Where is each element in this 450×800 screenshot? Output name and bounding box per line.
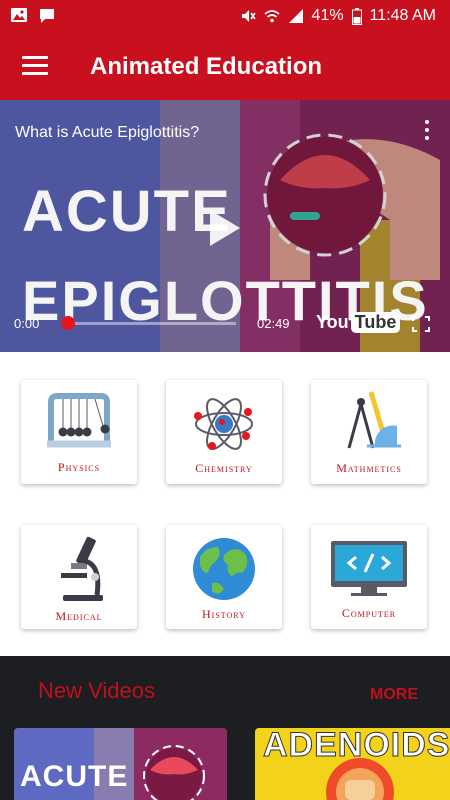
app-title: Animated Education: [90, 53, 323, 80]
category-label-medical: Medical: [55, 609, 103, 623]
fullscreen-icon[interactable]: [412, 316, 430, 332]
mute-icon: [241, 10, 256, 22]
status-bar: 41% 11:48 AM: [0, 0, 450, 34]
microscope-icon: [61, 536, 103, 601]
video-thumbnail[interactable]: ADENOIDS: [255, 728, 450, 800]
category-label-chemistry: Chemistry: [195, 461, 253, 475]
seek-thumb[interactable]: [61, 316, 75, 330]
signal-icon: [288, 9, 303, 23]
epiglottis-thumbnail-art: [143, 745, 205, 800]
thumbnail-text: ACUTE: [20, 760, 129, 793]
duration: 02:49: [257, 316, 290, 331]
clock: 11:48 AM: [369, 7, 436, 24]
video-overlay-line1: ACUTE: [22, 179, 232, 244]
category-grid: Physics Chemistry Mathmetics Medical His…: [0, 352, 450, 656]
category-label-physics: Physics: [57, 460, 101, 474]
category-card-medical[interactable]: Medical: [21, 525, 137, 629]
compass-ruler-icon: [347, 391, 401, 449]
category-card-computer[interactable]: Computer: [311, 525, 427, 629]
more-button[interactable]: MORE: [370, 686, 418, 704]
chat-icon: [40, 9, 54, 23]
adenoids-thumbnail-art: [326, 758, 394, 800]
video-player[interactable]: ACUTE EPIGLOTTITIS What is Acute Epiglot…: [0, 100, 450, 352]
newtons-cradle-icon: [47, 393, 111, 448]
category-card-history[interactable]: History: [166, 525, 282, 629]
play-icon[interactable]: [210, 210, 240, 246]
battery-icon: [351, 7, 362, 25]
new-videos-section: New Videos MORE ACUTE ADENOIDS: [0, 656, 450, 800]
seek-bar[interactable]: [66, 322, 236, 325]
video-title: What is Acute Epiglottitis?: [15, 124, 200, 141]
category-label-mathmetics: Mathmetics: [336, 461, 402, 475]
current-time: 0:00: [14, 316, 40, 331]
youtube-logo-you: You: [316, 312, 349, 332]
hamburger-menu-icon[interactable]: [22, 56, 48, 76]
wifi-icon: [264, 10, 280, 23]
category-label-history: History: [202, 607, 246, 621]
category-label-computer: Computer: [341, 606, 397, 620]
atom-icon: [194, 398, 253, 450]
battery-percent: 41%: [311, 7, 344, 24]
category-card-mathmetics[interactable]: Mathmetics: [311, 380, 427, 484]
video-thumbnail[interactable]: ACUTE: [14, 728, 227, 800]
app-bar: Animated Education: [0, 34, 450, 100]
globe-icon: [193, 538, 255, 600]
image-icon: [11, 8, 27, 22]
youtube-logo-tube: Tube: [350, 312, 401, 333]
more-options-icon[interactable]: [424, 120, 430, 144]
code-monitor-icon: [331, 541, 407, 596]
category-card-physics[interactable]: Physics: [21, 380, 137, 484]
new-videos-heading: New Videos: [38, 678, 155, 703]
category-card-chemistry[interactable]: Chemistry: [166, 380, 282, 484]
youtube-logo[interactable]: You Tube: [316, 312, 401, 333]
